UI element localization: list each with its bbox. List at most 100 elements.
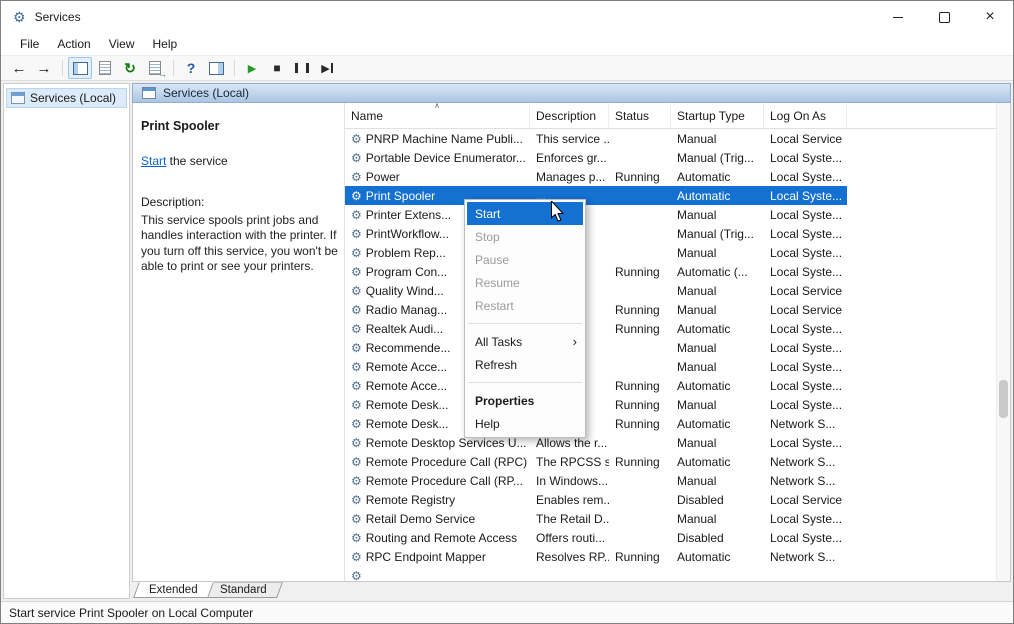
service-name: Radio Manag...	[366, 303, 447, 317]
table-row[interactable]: ⚙Print Spooler...AutomaticLocal Syste...	[345, 186, 847, 205]
table-row[interactable]: ⚙Remote Desk...RunningManualLocal Syste.…	[345, 395, 847, 414]
service-gear-icon: ⚙	[351, 247, 362, 259]
menu-action[interactable]: Action	[48, 35, 99, 53]
service-log-on-as: Local Service	[764, 300, 847, 319]
pause-service-icon[interactable]	[290, 57, 314, 79]
column-header-startup-type[interactable]: Startup Type	[671, 103, 764, 128]
menu-item-all-tasks[interactable]: All Tasks›	[467, 330, 583, 353]
column-header-status[interactable]: Status	[609, 103, 671, 128]
title-bar: ⚙ Services	[1, 1, 1013, 33]
service-startup-type	[671, 566, 764, 581]
table-row[interactable]: ⚙Remote Acce......o...ManualLocal Syste.…	[345, 357, 847, 376]
service-startup-type: Manual	[671, 281, 764, 300]
table-row[interactable]: ⚙PNRP Machine Name Publi...This service …	[345, 129, 847, 148]
menu-view[interactable]: View	[100, 35, 144, 53]
back-icon[interactable]	[7, 57, 31, 79]
table-row[interactable]: ⚙RPC Endpoint MapperResolves RP...Runnin…	[345, 547, 847, 566]
start-service-icon[interactable]	[240, 57, 264, 79]
close-button[interactable]	[967, 1, 1013, 33]
service-gear-icon: ⚙	[351, 209, 362, 221]
action-suffix: the service	[166, 154, 227, 168]
service-description	[530, 566, 609, 581]
status-bar-text: Start service Print Spooler on Local Com…	[9, 606, 253, 620]
service-startup-type: Automatic	[671, 319, 764, 338]
service-name: Remote Procedure Call (RPC)	[366, 455, 527, 469]
service-name: Remote Registry	[366, 493, 455, 507]
service-gear-icon: ⚙	[351, 152, 362, 164]
service-log-on-as: Local Syste...	[764, 528, 847, 547]
table-row[interactable]: ⚙Portable Device Enumerator...Enforces g…	[345, 148, 847, 167]
properties-icon[interactable]	[93, 57, 117, 79]
table-row[interactable]: ⚙Remote RegistryEnables rem...DisabledLo…	[345, 490, 847, 509]
menu-item-label: Properties	[475, 394, 534, 408]
table-row[interactable]: ⚙Printer Extens......ManualLocal Syste..…	[345, 205, 847, 224]
scrollbar-thumb[interactable]	[999, 380, 1008, 418]
menu-item-label: All Tasks	[475, 335, 522, 349]
menu-item-refresh[interactable]: Refresh	[467, 353, 583, 376]
table-row[interactable]: ⚙Remote Procedure Call (RP...In Windows.…	[345, 471, 847, 490]
service-status: Running	[609, 167, 671, 186]
services-local-icon	[142, 87, 156, 99]
table-row[interactable]: ⚙Retail Demo ServiceThe Retail D...Manua…	[345, 509, 847, 528]
table-row[interactable]: ⚙Remote Desktop Services U...Allows the …	[345, 433, 847, 452]
menu-item-start[interactable]: Start	[467, 202, 583, 225]
help-icon[interactable]	[179, 57, 203, 79]
start-service-link[interactable]: Start	[141, 154, 166, 168]
table-row[interactable]: ⚙Realtek Audi...RunningAutomaticLocal Sy…	[345, 319, 847, 338]
table-row[interactable]: ⚙Problem Rep......ManualLocal Syste...	[345, 243, 847, 262]
services-app-icon: ⚙	[13, 10, 26, 24]
service-log-on-as: Local Syste...	[764, 224, 847, 243]
menu-help[interactable]: Help	[144, 35, 187, 53]
table-row[interactable]: ⚙Recommende......s...ManualLocal Syste..…	[345, 338, 847, 357]
window-controls	[875, 1, 1013, 33]
service-name: Program Con...	[366, 265, 447, 279]
tab-standard[interactable]: Standard	[204, 582, 283, 598]
service-name: Problem Rep...	[366, 246, 446, 260]
stop-service-icon[interactable]	[265, 57, 289, 79]
service-gear-icon: ⚙	[351, 361, 362, 373]
console-tree-icon[interactable]	[68, 57, 92, 79]
service-log-on-as: Local Syste...	[764, 319, 847, 338]
table-row[interactable]: ⚙PrintWorkflow......Manual (Trig...Local…	[345, 224, 847, 243]
vertical-scrollbar[interactable]	[996, 103, 1010, 581]
service-gear-icon: ⚙	[351, 570, 362, 582]
column-header-description[interactable]: Description	[530, 103, 609, 128]
tree-item-services-local[interactable]: Services (Local)	[6, 88, 127, 108]
service-name-cell: ⚙Retail Demo Service	[345, 509, 530, 528]
maximize-button[interactable]	[921, 1, 967, 33]
service-name-cell: ⚙Power	[345, 167, 530, 186]
column-header-name[interactable]: Name∧	[345, 103, 530, 128]
service-startup-type: Automatic	[671, 376, 764, 395]
action-pane-icon[interactable]	[204, 57, 228, 79]
service-status	[609, 471, 671, 490]
menu-file[interactable]: File	[11, 35, 48, 53]
column-header-log-on-as[interactable]: Log On As	[764, 103, 847, 128]
service-name: PrintWorkflow...	[366, 227, 449, 241]
menu-item-resume: Resume	[467, 271, 583, 294]
service-startup-type: Manual	[671, 433, 764, 452]
forward-icon[interactable]	[32, 57, 56, 79]
minimize-button[interactable]	[875, 1, 921, 33]
table-row[interactable]: ⚙Quality Wind...ManualLocal Service	[345, 281, 847, 300]
service-gear-icon: ⚙	[351, 513, 362, 525]
table-row[interactable]: ⚙Remote Acce...RunningAutomaticLocal Sys…	[345, 376, 847, 395]
extended-detail-pane: Print Spooler Start the service Descript…	[133, 103, 345, 581]
service-gear-icon: ⚙	[351, 266, 362, 278]
table-row[interactable]: ⚙Remote Procedure Call (RPC)The RPCSS s.…	[345, 452, 847, 471]
menu-separator	[468, 382, 582, 383]
service-name: Quality Wind...	[366, 284, 444, 298]
table-row[interactable]: ⚙PowerManages p...RunningAutomaticLocal …	[345, 167, 847, 186]
tab-extended[interactable]: Extended	[133, 582, 213, 598]
table-row[interactable]: ⚙	[345, 566, 847, 581]
service-gear-icon: ⚙	[351, 190, 362, 202]
refresh-icon[interactable]	[118, 57, 142, 79]
menu-item-properties[interactable]: Properties	[467, 389, 583, 412]
table-row[interactable]: ⚙Routing and Remote AccessOffers routi..…	[345, 528, 847, 547]
restart-service-icon[interactable]	[315, 57, 339, 79]
service-name: RPC Endpoint Mapper	[366, 550, 486, 564]
menu-item-help[interactable]: Help	[467, 412, 583, 435]
export-list-icon[interactable]	[143, 57, 167, 79]
table-row[interactable]: ⚙Program Con......RunningAutomatic (...L…	[345, 262, 847, 281]
table-row[interactable]: ⚙Radio Manag......a...RunningManualLocal…	[345, 300, 847, 319]
table-row[interactable]: ⚙Remote Desk...RunningAutomaticNetwork S…	[345, 414, 847, 433]
